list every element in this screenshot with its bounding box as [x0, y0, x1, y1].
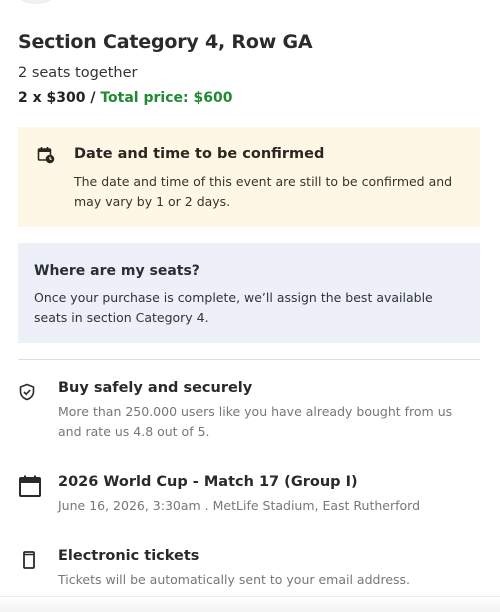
price-line: 2 x $300 / Total price: $600	[18, 90, 232, 106]
shield-check-icon	[19, 383, 35, 401]
calendar-clock-icon	[37, 147, 55, 164]
avatar	[18, 0, 54, 4]
calendar-icon	[19, 475, 41, 497]
phone-icon	[23, 551, 35, 569]
divider	[18, 359, 480, 360]
feature-text: More than 250.000 users like you have al…	[58, 404, 453, 439]
total-price: Total price: $600	[100, 90, 233, 106]
seats-notice-title: Where are my seats?	[34, 263, 200, 279]
price-breakdown: 2 x $300 /	[18, 90, 96, 106]
event-details: June 16, 2026, 3:30am . MetLife Stadium,…	[58, 498, 421, 513]
seats-notice-text: Once your purchase is complete, we’ll as…	[34, 290, 433, 325]
seats-count: 2 seats together	[18, 65, 138, 81]
seats-notice: Where are my seats? Once your purchase i…	[18, 243, 480, 343]
date-notice: Date and time to be confirmed The date a…	[18, 127, 480, 227]
feature-text: Tickets will be automatically sent to yo…	[58, 572, 411, 587]
date-notice-text: The date and time of this event are stil…	[74, 174, 453, 209]
event-title: 2026 World Cup - Match 17 (Group I)	[58, 474, 358, 490]
feature-title: Buy safely and securely	[58, 380, 253, 396]
listing-title: Section Category 4, Row GA	[18, 31, 313, 53]
bottom-bar	[0, 596, 500, 612]
feature-title: Electronic tickets	[58, 548, 200, 564]
date-notice-title: Date and time to be confirmed	[74, 146, 325, 162]
